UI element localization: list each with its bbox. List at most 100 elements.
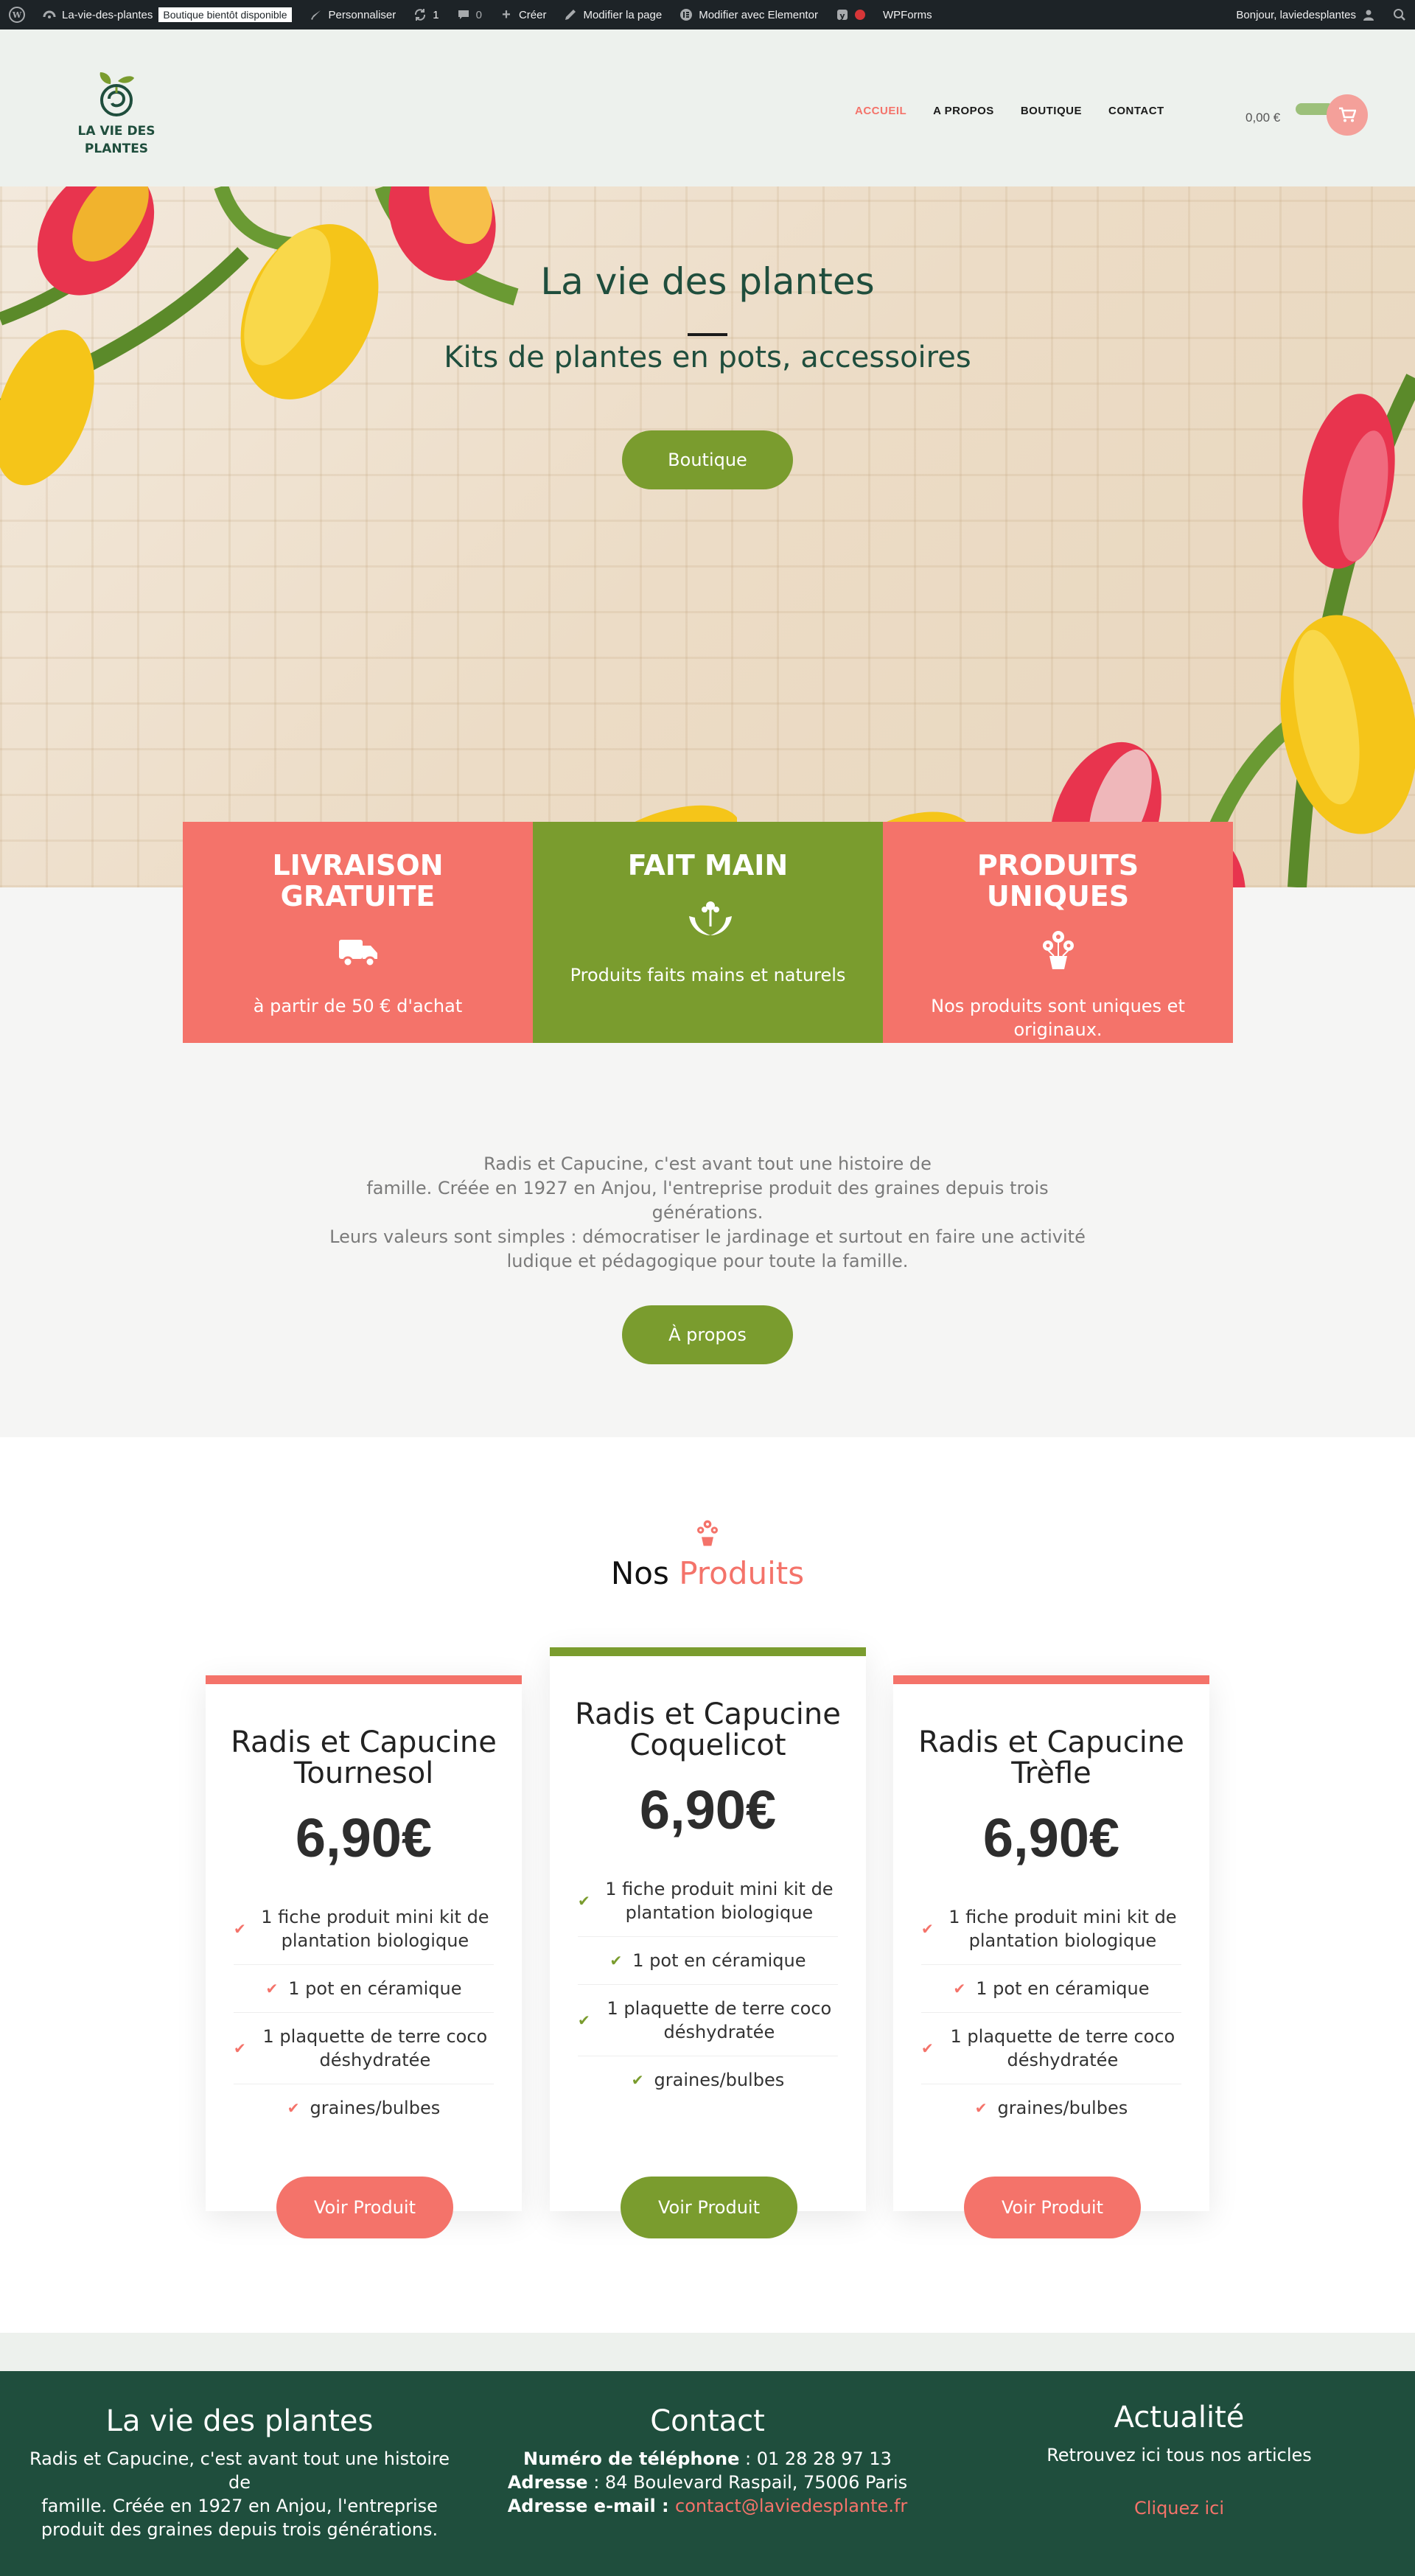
nav-a-propos[interactable]: A PROPOS: [933, 105, 994, 117]
dashboard-icon: [43, 8, 56, 21]
cart-total[interactable]: 0,00 €: [1245, 111, 1280, 125]
account-menu[interactable]: Bonjour, laviedesplantes: [1227, 0, 1384, 29]
feature-label: 1 plaquette de terre coco déshydratée: [607, 1998, 832, 2042]
a-propos-button[interactable]: À propos: [622, 1305, 793, 1364]
product-name-line1: Radis et Capucine: [231, 1725, 497, 1759]
feature-title: LIVRAISON GRATUITE: [272, 849, 444, 912]
footer-text: Retrouvez ici tous nos articles: [1047, 2445, 1312, 2465]
product-card-trefle: Radis et Capucine Trèfle 6,90€ ✔ 1 fiche …: [893, 1675, 1209, 2238]
list-item: ✔ 1 fiche produit mini kit de plantation …: [921, 1893, 1181, 1965]
site-header: LA VIE DES PLANTES ACCUEIL A PROPOS BOUT…: [0, 29, 1415, 186]
updates-icon: [413, 8, 427, 21]
comment-bubble-icon: [457, 8, 470, 21]
footer-text: produit des graines depuis trois générat…: [41, 2519, 439, 2540]
voir-produit-button[interactable]: Voir Produit: [276, 2177, 453, 2238]
product-name-line1: Radis et Capucine: [575, 1697, 841, 1731]
shopping-cart-icon: [1339, 107, 1356, 122]
pencil-icon: [564, 8, 577, 21]
check-icon: ✔: [265, 1980, 279, 1997]
check-icon: ✔: [234, 1920, 246, 1938]
yoast-seo-menu[interactable]: y: [827, 0, 874, 29]
user-avatar-icon: [1362, 8, 1375, 21]
check-icon: ✔: [921, 1920, 934, 1938]
feature-title: PRODUITS UNIQUES: [976, 849, 1139, 912]
hero-title: La vie des plantes: [540, 260, 875, 303]
footer-about: La vie des plantes Radis et Capucine, c'…: [15, 2404, 464, 2541]
edit-elementor-link[interactable]: Modifier avec Elementor: [671, 0, 827, 29]
feature-label: 1 fiche produit mini kit de plantation b…: [261, 1907, 489, 1951]
comments-link[interactable]: 0: [448, 0, 491, 29]
nav-boutique[interactable]: BOUTIQUE: [1021, 105, 1082, 117]
phone-value: : 01 28 28 97 13: [739, 2448, 892, 2469]
nav-accueil[interactable]: ACCUEIL: [855, 105, 906, 117]
wordpress-logo-icon[interactable]: W: [0, 0, 34, 29]
voir-produit-button[interactable]: Voir Produit: [964, 2177, 1141, 2238]
wpforms-link[interactable]: WPForms: [874, 0, 941, 29]
edit-page-link[interactable]: Modifier la page: [555, 0, 671, 29]
feature-livraison: LIVRAISON GRATUITE à partir de 50 € d'ac…: [183, 822, 533, 1043]
product-price: 6,90€: [982, 1807, 1120, 1868]
customize-link[interactable]: Personnaliser: [301, 0, 405, 29]
product-card-tournesol: Radis et Capucine Tournesol 6,90€ ✔ 1 fic…: [206, 1675, 522, 2238]
about-text: Radis et Capucine, c'est avant tout une …: [317, 1152, 1098, 1274]
check-icon: ✔: [234, 2039, 246, 2057]
list-item: ✔ 1 fiche produit mini kit de plantation …: [578, 1865, 838, 1937]
plus-icon: +: [502, 6, 511, 23]
hands-plant-icon: [686, 897, 732, 941]
about-line: famille. Créée en 1927 en Anjou, l'entre…: [366, 1178, 1049, 1223]
product-name: Radis et Capucine Coquelicot: [550, 1699, 866, 1761]
footer-title: Actualité: [1114, 2401, 1245, 2434]
about-line: Radis et Capucine, c'est avant tout une …: [483, 1153, 932, 1174]
check-icon: ✔: [578, 1892, 590, 1910]
about-line: Leurs valeurs sont simples : démocratise…: [329, 1226, 1086, 1247]
admin-site-name[interactable]: La-vie-des-plantes Boutique bientôt disp…: [34, 0, 301, 29]
footer-divider: [0, 2333, 1415, 2371]
list-item: ✔ 1 pot en céramique: [921, 1965, 1181, 2013]
footer-text: famille. Créée en 1927 en Anjou, l'entre…: [41, 2496, 438, 2516]
product-features: ✔ 1 fiche produit mini kit de plantation …: [921, 1893, 1181, 2132]
product-name: Radis et Capucine Trèfle: [893, 1727, 1209, 1789]
address-value: : 84 Boulevard Raspail, 75006 Paris: [587, 2472, 908, 2493]
boutique-button[interactable]: Boutique: [622, 430, 793, 489]
voir-produit-button[interactable]: Voir Produit: [621, 2177, 797, 2238]
card-accent-bar: [893, 1675, 1209, 1684]
brush-icon: [310, 8, 323, 21]
list-item: ✔ graines/bulbes: [921, 2084, 1181, 2132]
footer-news: Actualité Retrouvez ici tous nos article…: [958, 2401, 1400, 2520]
feature-text: Nos produits sont uniques et originaux.: [931, 996, 1185, 1040]
svg-text:y: y: [839, 11, 845, 21]
feature-label: 1 plaquette de terre coco déshydratée: [262, 2026, 488, 2070]
site-name-label: La-vie-des-plantes: [62, 8, 153, 21]
feature-label: graines/bulbes: [997, 2098, 1128, 2118]
create-link[interactable]: + Créer: [491, 0, 556, 29]
check-icon: ✔: [631, 2071, 644, 2089]
check-icon: ✔: [287, 2099, 300, 2117]
cart-button[interactable]: [1327, 94, 1368, 136]
list-item: ✔ 1 plaquette de terre coco déshydratée: [234, 2013, 494, 2084]
check-icon: ✔: [974, 2099, 988, 2117]
tulips-bottom-right-image: [884, 374, 1415, 887]
footer-title: La vie des plantes: [105, 2404, 374, 2438]
create-label: Créer: [518, 8, 547, 21]
product-price: 6,90€: [295, 1807, 433, 1868]
comments-count: 0: [475, 8, 482, 21]
cliquez-ici-link[interactable]: Cliquez ici: [1134, 2498, 1224, 2519]
footer-contact: Contact Numéro de téléphone : 01 28 28 9…: [472, 2404, 943, 2518]
nav-contact[interactable]: CONTACT: [1108, 105, 1164, 117]
site-logo[interactable]: LA VIE DES PLANTES: [72, 71, 161, 158]
about-line: ludique et pédagogique pour toute la fam…: [506, 1251, 909, 1271]
customize-label: Personnaliser: [328, 8, 396, 21]
product-card-coquelicot: Radis et Capucine Coquelicot 6,90€ ✔ 1 fi…: [550, 1647, 866, 2238]
feature-label: graines/bulbes: [310, 2098, 441, 2118]
updates-link[interactable]: 1: [405, 0, 447, 29]
feature-label: 1 pot en céramique: [288, 1978, 462, 1999]
admin-search-icon[interactable]: [1384, 0, 1415, 29]
greeting-label: Bonjour, laviedesplantes: [1236, 8, 1356, 21]
check-icon: ✔: [921, 2039, 934, 2057]
hero-divider: [688, 333, 727, 336]
email-link[interactable]: contact@laviedesplante.fr: [675, 2496, 907, 2516]
products-heading: Nos Produits: [0, 1555, 1415, 1591]
heading-prefix: Nos: [610, 1555, 669, 1591]
plant-logo-icon: [99, 72, 134, 116]
product-name-line1: Radis et Capucine: [918, 1725, 1184, 1759]
